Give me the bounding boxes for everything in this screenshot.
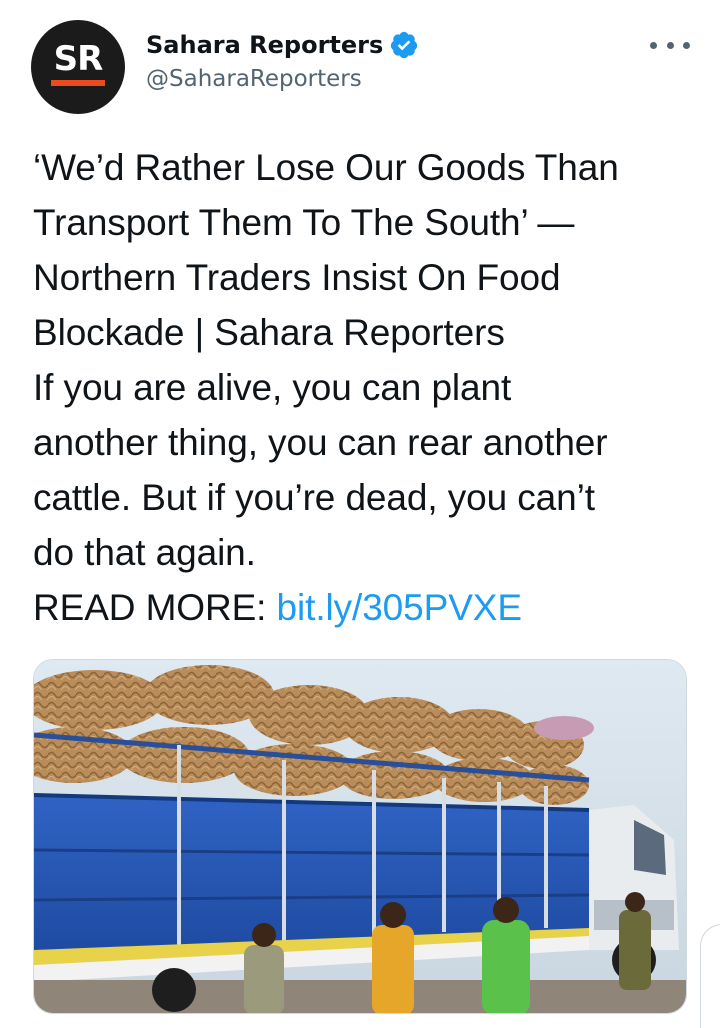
- more-dot: [683, 41, 690, 49]
- tweet-card[interactable]: SR Sahara Reporters @SaharaReporters ‘We…: [0, 0, 720, 1028]
- tweet-text-line: Blockade | Sahara Reporters: [33, 312, 505, 353]
- read-more-line: READ MORE: bit.ly/305PVXE: [33, 580, 693, 635]
- tweet-text-line: another thing, you can rear another: [33, 422, 608, 463]
- next-card-edge: [700, 924, 720, 1028]
- tweet-text: ‘We’d Rather Lose Our Goods Than Transpo…: [33, 140, 693, 635]
- tweet-text-line: Transport Them To The South’ —: [33, 202, 575, 243]
- tweet-photo[interactable]: [33, 659, 687, 1014]
- avatar-logo-text: SR: [53, 39, 104, 79]
- read-more-label: READ MORE:: [33, 587, 277, 628]
- avatar[interactable]: SR: [31, 20, 125, 114]
- avatar-logo-accent: [51, 80, 105, 86]
- author-name-row: Sahara Reporters: [146, 28, 419, 62]
- tweet-text-line: Northern Traders Insist On Food: [33, 257, 561, 298]
- more-dot: [666, 41, 674, 49]
- truck-loaded-with-produce-photo: [34, 660, 686, 1013]
- tweet-text-line: ‘We’d Rather Lose Our Goods Than: [33, 147, 619, 188]
- author-handle[interactable]: @SaharaReporters: [146, 66, 362, 92]
- verified-badge-icon: [389, 30, 419, 60]
- more-horizontal-icon[interactable]: [650, 32, 690, 58]
- author-display-name[interactable]: Sahara Reporters: [146, 31, 383, 59]
- tweet-text-line: cattle. But if you’re dead, you can’t: [33, 477, 595, 518]
- more-dot: [650, 41, 657, 49]
- article-link[interactable]: bit.ly/305PVXE: [277, 587, 523, 628]
- tweet-text-line: If you are alive, you can plant: [33, 367, 512, 408]
- tweet-text-line: do that again.: [33, 532, 256, 573]
